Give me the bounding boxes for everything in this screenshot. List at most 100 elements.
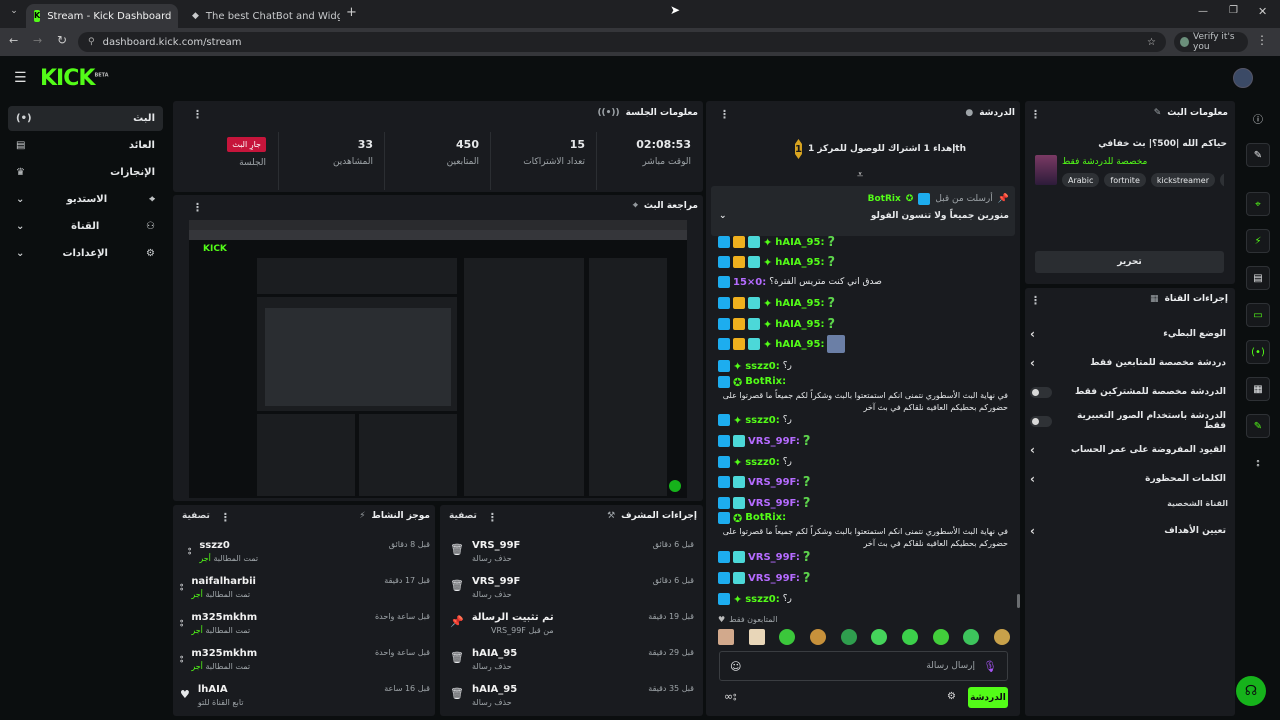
send-chat-button[interactable]: الدردشة [968, 687, 1008, 708]
chat-message[interactable]: VRS_99F:? [718, 547, 1008, 567]
emote-only-toggle[interactable] [1030, 415, 1052, 427]
tab-kick-dashboard[interactable]: K Stream - Kick Dashboard ✕ [26, 4, 178, 28]
mod-action-item[interactable]: قبل 35 دقيقة hAIA_95 حذف رسالة 🗑 [450, 684, 694, 720]
chat-message[interactable]: ✪ BotRix: في نهاية البث الأسطوري نتمنى انك… [718, 376, 1008, 412]
broadcast-icon[interactable]: (•) [1246, 340, 1270, 364]
reload-icon[interactable]: ↻ [57, 33, 67, 47]
chat-message[interactable]: ✦ hAIA_95:? [718, 293, 1008, 313]
more-options-icon[interactable]: ⋮ [487, 511, 498, 524]
browser-menu-icon[interactable]: ⋮ [1256, 33, 1268, 47]
microphone-icon[interactable]: 🎙 [983, 660, 997, 673]
address-field[interactable]: ⚲ dashboard.kick.com/stream ☆ [78, 32, 1166, 52]
chat-username[interactable]: 15×0: [733, 277, 766, 288]
chat-message[interactable]: VRS_99F:? [718, 472, 1008, 492]
more-options-icon[interactable]: ⋮ [1030, 294, 1041, 307]
chat-username[interactable]: hAIA_95: [775, 237, 824, 248]
site-info-icon[interactable]: ⚲ [88, 37, 95, 47]
back-icon[interactable]: ← [9, 34, 18, 47]
chat-message[interactable]: ✦ sszz0: ر؟ [718, 356, 1008, 376]
help-support-icon[interactable]: ☊ [1236, 676, 1266, 706]
more-options-icon[interactable]: ⋮ [192, 201, 203, 214]
chat-message[interactable]: VRS_99F:? [718, 568, 1008, 588]
subscribers-only-toggle[interactable] [1030, 386, 1052, 398]
chat-tools-icon[interactable]: ∞⦂ [724, 690, 736, 704]
info-icon[interactable]: ⓘ [1246, 106, 1270, 130]
sidebar-item-achievements[interactable]: الإنجازات ♛ [8, 160, 163, 185]
chat-username[interactable]: VRS_99F: [748, 477, 800, 488]
emote-face-icon[interactable] [748, 629, 765, 645]
account-age-option[interactable]: القيود المفروضة على عمر الحساب › [1030, 436, 1226, 464]
chat-username[interactable]: hAIA_95: [775, 339, 824, 350]
chat-bubble-icon[interactable]: ▭ [1246, 303, 1270, 327]
emote-kick-icon[interactable] [871, 629, 888, 645]
chat-username[interactable]: sszz0: [745, 457, 780, 468]
sidebar-item-channel[interactable]: ⚇ القناة ⌄ [8, 214, 163, 239]
forward-icon[interactable]: → [33, 34, 42, 47]
pinned-message[interactable]: 📌 أرسلت من قبل ✪ BotRix منورين جميعاً ول… [711, 186, 1015, 236]
mod-action-item[interactable]: قبل 29 دقيقة hAIA_95 حذف رسالة 🗑 [450, 648, 694, 684]
sub-goal-banner[interactable]: 1 إهداء 1 اشتراك للوصول للمركز 1th [795, 138, 966, 160]
maximize-icon[interactable]: ❐ [1229, 5, 1238, 16]
set-goals-option[interactable]: تعيين الأهداف › [1030, 517, 1226, 545]
chat-input[interactable]: ☺ إرسال رسالة 🎙 [719, 651, 1008, 681]
activity-item[interactable]: قبل ساعة واحدة m325mkhm تمت المطالبة أجر… [180, 612, 430, 648]
mod-action-item[interactable]: قبل 19 دقيقة تم تثبيت الرسالة من قبل VRS… [450, 612, 694, 648]
chat-username[interactable]: VRS_99F: [748, 498, 800, 509]
chat-username[interactable]: sszz0: [745, 415, 780, 426]
chat-username[interactable]: VRS_99F: [748, 436, 800, 447]
emote-monkey-icon[interactable] [993, 629, 1010, 645]
followers-only-option[interactable]: دردشة مخصصة للمتابعين فقط › [1030, 349, 1226, 377]
filter-button[interactable]: تصفية [449, 511, 477, 524]
chat-username[interactable]: sszz0: [745, 594, 780, 605]
new-tab-icon[interactable]: + [346, 5, 357, 20]
chat-username[interactable]: sszz0: [745, 361, 780, 372]
pencil-icon[interactable]: ✎ [1246, 143, 1270, 167]
chat-message[interactable]: ✦ hAIA_95:? [718, 232, 1008, 252]
stream-preview-video[interactable]: KICK [189, 220, 687, 498]
gear-icon[interactable]: ⚙ [947, 691, 956, 702]
drops-icon[interactable]: ⦂ [1246, 451, 1270, 475]
layout-icon[interactable]: ▦ [1246, 377, 1270, 401]
emoji-icon[interactable]: ☺ [730, 660, 741, 673]
chat-message[interactable]: ✦ sszz0: ر؟ [718, 589, 1008, 609]
emote-kick-icon[interactable] [779, 629, 796, 645]
bookmark-star-icon[interactable]: ☆ [1147, 37, 1156, 48]
emote-kick-icon[interactable] [963, 629, 980, 645]
chat-username[interactable]: hAIA_95: [775, 319, 824, 330]
more-options-icon[interactable]: ⋮ [220, 511, 231, 524]
record-icon[interactable]: ⌖ [1246, 192, 1270, 216]
chat-message[interactable]: 15×0: صدق اني كنت متريس الفترة؟ [718, 272, 1008, 292]
chat-message[interactable]: VRS_99F:? [718, 431, 1008, 451]
filter-button[interactable]: تصفية [182, 511, 210, 524]
verify-account-button[interactable]: Verify it's you [1174, 32, 1248, 52]
emote-face-icon[interactable] [809, 629, 826, 645]
chat-message[interactable]: ✦ sszz0: ر؟ [718, 410, 1008, 430]
document-icon[interactable]: ▤ [1246, 266, 1270, 290]
more-options-icon[interactable]: ⋮ [719, 108, 730, 121]
activity-item[interactable]: قبل 8 دقائق sszz0 تمت المطالبة أجر ⦂ [180, 540, 430, 576]
sidebar-item-studio[interactable]: ⌖ الاستديو ⌄ [8, 187, 163, 212]
chevron-down-icon[interactable]: ⌄ [719, 211, 727, 221]
chat-username[interactable]: VRS_99F: [748, 552, 800, 563]
chat-message[interactable]: VRS_99F:? [718, 493, 1008, 513]
tab-chatbot[interactable]: ◆ The best ChatBot and Widgets ✕ [184, 4, 340, 28]
lightning-icon[interactable]: ⚡ [1246, 229, 1270, 253]
chat-username[interactable]: BotRix: [745, 376, 786, 387]
chat-message[interactable]: ✦ hAIA_95:? [718, 252, 1008, 272]
slow-mode-option[interactable]: الوضع البطيء › [1030, 320, 1226, 348]
emote-kick-icon[interactable] [932, 629, 949, 645]
sidebar-item-revenue[interactable]: العائد ▤ [8, 133, 163, 158]
tab-list-icon[interactable]: ⌄ [6, 6, 22, 22]
subscribers-only-option[interactable]: الدردشة مخصصة للمشتركين فقط [1030, 378, 1226, 406]
emote-kick-icon[interactable] [901, 629, 918, 645]
banned-words-option[interactable]: الكلمات المحظورة › [1030, 465, 1226, 493]
chat-message[interactable]: ✦ hAIA_95:? [718, 314, 1008, 334]
collapse-goal-icon[interactable]: ⩡ [857, 168, 863, 182]
hamburger-menu-icon[interactable]: ☰ [14, 70, 27, 86]
chat-scrollbar[interactable] [1017, 594, 1020, 608]
chat-username[interactable]: VRS_99F: [748, 573, 800, 584]
mod-action-item[interactable]: قبل 6 دقائق VRS_99F حذف رسالة 🗑 [450, 576, 694, 612]
chat-message[interactable]: ✦ sszz0: ر؟ [718, 452, 1008, 472]
activity-item[interactable]: قبل ساعة واحدة m325mkhm تمت المطالبة أجر… [180, 648, 430, 684]
chat-username[interactable]: hAIA_95: [775, 257, 824, 268]
